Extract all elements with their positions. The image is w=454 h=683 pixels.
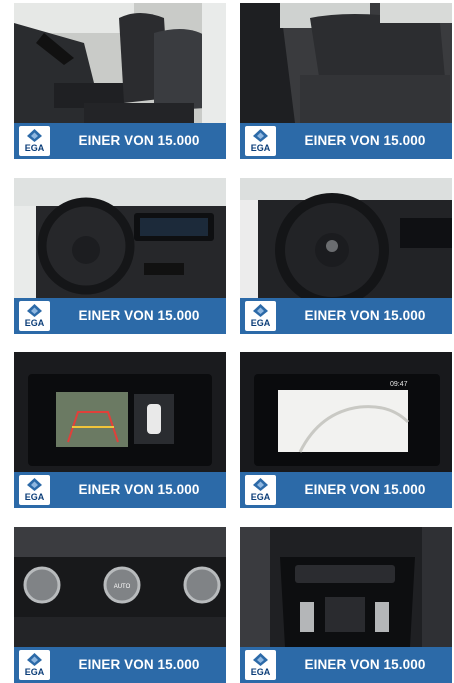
photo-rear-seats — [240, 3, 452, 123]
gallery-tile-climate-controls[interactable]: AUTO EGA EINER VON 15.000 — [14, 527, 226, 683]
photo-climate-controls: AUTO — [14, 527, 226, 647]
ega-logo: EGA — [19, 650, 50, 680]
svg-text:EGA: EGA — [25, 667, 45, 677]
photo-steering-wheel-wide — [14, 178, 226, 298]
photo-gallery: EGA EINER VON 15.000 EGA EINER VON 15.00… — [0, 0, 454, 683]
gallery-tile-front-seats[interactable]: EGA EINER VON 15.000 — [14, 3, 226, 159]
svg-text:EGA: EGA — [25, 143, 45, 153]
promo-banner: EGA EINER VON 15.000 — [240, 298, 452, 334]
svg-text:EGA: EGA — [251, 143, 271, 153]
ega-logo: EGA — [245, 650, 276, 680]
banner-text: EINER VON 15.000 — [78, 133, 200, 148]
gallery-tile-rear-camera-screen[interactable]: EGA EINER VON 15.000 — [14, 352, 226, 508]
photo-steering-wheel-close — [240, 178, 452, 298]
svg-text:EGA: EGA — [25, 492, 45, 502]
gallery-tile-rear-seats[interactable]: EGA EINER VON 15.000 — [240, 3, 452, 159]
photo-center-console — [240, 527, 452, 647]
photo-rear-camera-screen — [14, 352, 226, 472]
banner-text: EINER VON 15.000 — [304, 482, 426, 497]
gallery-tile-center-console[interactable]: EGA EINER VON 15.000 — [240, 527, 452, 683]
svg-text:EGA: EGA — [251, 667, 271, 677]
svg-text:09:47: 09:47 — [390, 381, 408, 388]
svg-text:EGA: EGA — [251, 318, 271, 328]
promo-banner: EGA EINER VON 15.000 — [240, 472, 452, 508]
banner-text: EINER VON 15.000 — [78, 482, 200, 497]
gallery-tile-steering-wheel-close[interactable]: EGA EINER VON 15.000 — [240, 178, 452, 334]
photo-front-seats — [14, 3, 226, 123]
gallery-tile-navigation-screen[interactable]: 09:47 EGA EINER VON 15.000 — [240, 352, 452, 508]
promo-banner: EGA EINER VON 15.000 — [14, 472, 226, 508]
promo-banner: EGA EINER VON 15.000 — [14, 298, 226, 334]
svg-text:EGA: EGA — [25, 318, 45, 328]
ega-logo: EGA — [245, 475, 276, 505]
ega-logo: EGA — [19, 301, 50, 331]
promo-banner: EGA EINER VON 15.000 — [14, 123, 226, 159]
ega-logo: EGA — [245, 301, 276, 331]
banner-text: EINER VON 15.000 — [304, 133, 426, 148]
banner-text: EINER VON 15.000 — [304, 308, 426, 323]
photo-navigation-screen: 09:47 — [240, 352, 452, 472]
promo-banner: EGA EINER VON 15.000 — [240, 123, 452, 159]
banner-text: EINER VON 15.000 — [78, 308, 200, 323]
ega-logo: EGA — [245, 126, 276, 156]
ega-logo: EGA — [19, 475, 50, 505]
gallery-tile-steering-wheel-wide[interactable]: EGA EINER VON 15.000 — [14, 178, 226, 334]
svg-text:AUTO: AUTO — [114, 584, 131, 590]
ega-logo: EGA — [19, 126, 50, 156]
svg-text:EGA: EGA — [251, 492, 271, 502]
